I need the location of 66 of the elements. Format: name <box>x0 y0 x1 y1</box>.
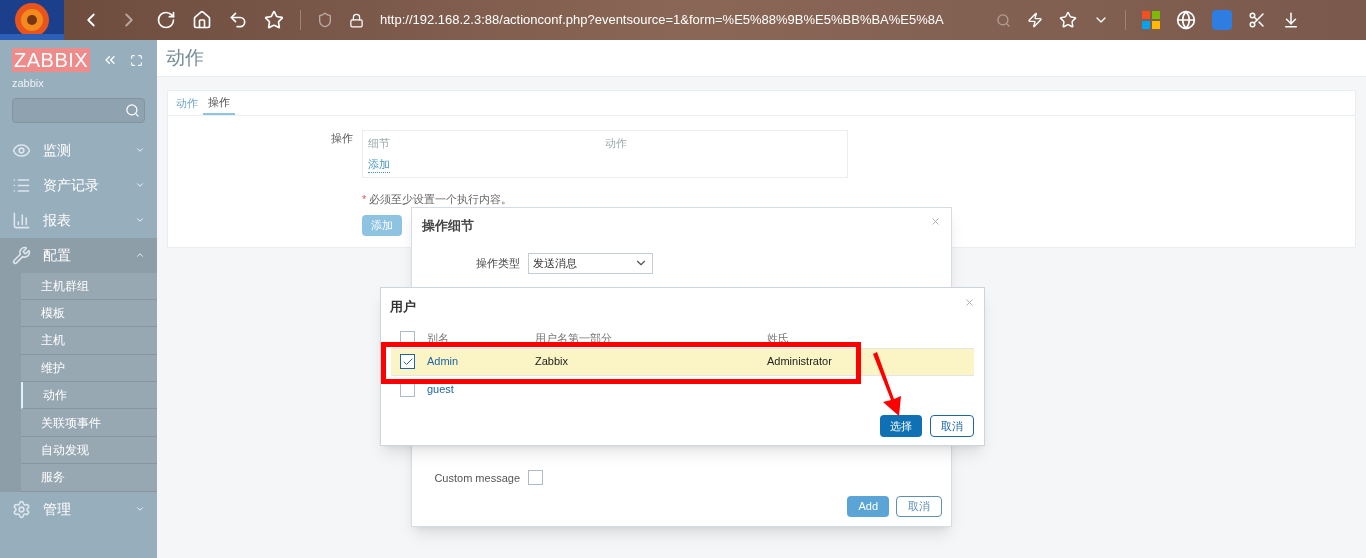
user-name: zabbix <box>11 76 45 91</box>
cancel-button[interactable]: 取消 <box>896 496 942 517</box>
custom-message-checkbox[interactable] <box>528 470 543 486</box>
expand-icon[interactable] <box>130 53 144 67</box>
undo-icon[interactable] <box>228 10 248 30</box>
tab[interactable]: 操作 <box>203 91 235 115</box>
field-label: 操作类型 <box>475 255 520 271</box>
wrench-icon <box>12 245 31 265</box>
windows-logo-icon[interactable] <box>1142 11 1160 29</box>
caret-icon <box>135 215 145 225</box>
caret-icon <box>135 145 145 155</box>
menu-item[interactable]: 主机群组 <box>21 272 157 300</box>
close-icon[interactable] <box>930 216 941 227</box>
user-row[interactable]: Admin Zabbix Administrator <box>391 348 974 376</box>
search-field[interactable] <box>12 97 145 123</box>
shield-icon <box>317 12 333 28</box>
home-icon[interactable] <box>192 10 212 30</box>
cancel-button[interactable]: 取消 <box>930 415 974 437</box>
select-button[interactable]: 选择 <box>880 415 922 437</box>
lightning-icon[interactable] <box>1027 12 1043 28</box>
menu-item[interactable]: 动作 <box>21 382 157 410</box>
menu-item[interactable]: 自动发现 <box>21 436 157 465</box>
caret-icon <box>135 180 145 190</box>
column-header: 动作 <box>605 136 628 151</box>
user-alias-link[interactable]: guest <box>427 380 535 398</box>
zabbix-logo[interactable]: ZABBIX <box>12 48 91 72</box>
menu-section[interactable]: 报表 <box>0 202 157 238</box>
required-note: * 必须至少设置一个执行内容。 <box>362 192 514 207</box>
reload-icon[interactable] <box>156 10 176 30</box>
add-link[interactable]: 添加 <box>368 155 390 173</box>
add-button[interactable]: Add <box>847 496 889 517</box>
search-icon[interactable] <box>125 102 140 118</box>
user-row[interactable]: guest <box>391 375 974 403</box>
gear-icon <box>12 499 31 519</box>
close-icon[interactable] <box>964 297 975 308</box>
menu-section[interactable]: 监测 <box>0 132 157 168</box>
add-button[interactable]: 添加 <box>362 214 402 236</box>
lock-icon <box>349 12 364 28</box>
table-cell-text: Administrator <box>767 354 832 370</box>
menu-section[interactable]: 管理 <box>0 491 157 527</box>
url-field[interactable]: http://192.168.2.3:88/actionconf.php?eventsource=1&form=%E5%88%9B%E5%BB%BA%E5%8A <box>380 10 980 30</box>
menu-section[interactable]: 配置 <box>0 237 157 273</box>
menu-item[interactable]: 服务 <box>21 464 157 492</box>
caret-icon <box>135 250 145 260</box>
dialog-title: 用户 <box>390 298 416 316</box>
globe-icon[interactable] <box>1176 10 1196 30</box>
scissors-icon[interactable] <box>1248 11 1266 29</box>
page-title: 动作 <box>166 45 204 70</box>
bar-chart-icon <box>12 210 31 230</box>
user-alias-link[interactable]: Admin <box>427 353 535 370</box>
menu-section[interactable]: 资产记录 <box>0 167 157 203</box>
dialog-title: 操作细节 <box>422 217 474 235</box>
menu-item[interactable]: 维护 <box>21 354 157 383</box>
tab[interactable]: 动作 <box>171 91 203 115</box>
menu-item[interactable]: 模板 <box>21 299 157 328</box>
star-icon[interactable] <box>264 10 284 30</box>
menu-item[interactable]: 关联项事件 <box>21 409 157 437</box>
field-label: 操作 <box>330 131 353 146</box>
select-field[interactable]: 发送消息 <box>528 252 653 274</box>
field-label: Custom message <box>433 470 520 486</box>
table-cell-text: Zabbix <box>535 354 570 370</box>
download-icon[interactable] <box>1282 11 1300 29</box>
menu-item[interactable]: 主机 <box>21 327 157 355</box>
row-checkbox[interactable] <box>400 354 415 369</box>
star-icon[interactable] <box>1059 11 1077 29</box>
column-header: 细节 <box>368 136 391 151</box>
